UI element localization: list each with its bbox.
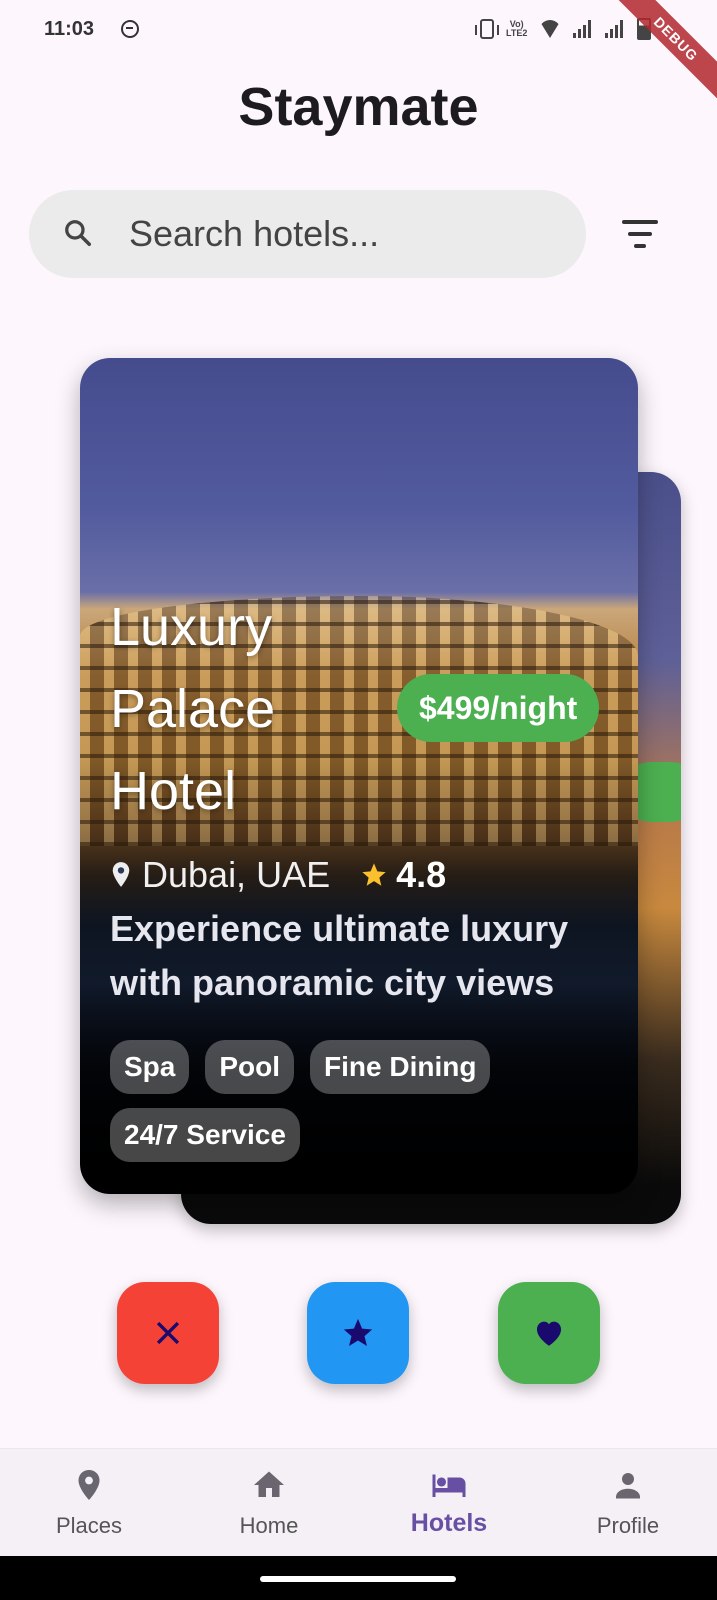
amenity-tags: Spa Pool Fine Dining 24/7 Service [110,1040,620,1162]
nav-item-places[interactable]: Places [14,1449,164,1557]
hotel-location: Dubai, UAE [142,854,331,895]
bottom-navigation: Places Home Hotels Profile [0,1448,717,1556]
signal-icon [573,20,593,38]
amenity-tag: Fine Dining [310,1040,491,1094]
status-bar: 11:03 Vo) LTE2 DEBUG [0,0,717,109]
nav-item-profile[interactable]: Profile [553,1449,703,1557]
signal-icon-2 [605,20,625,38]
home-icon [254,1471,284,1497]
vibrate-icon [475,19,499,39]
price-badge: $499/night [397,674,600,742]
app-title: Staymate [238,77,479,137]
status-time: 11:03 [44,18,95,40]
hotel-description: Experience ultimate luxury with panorami… [110,908,569,1003]
nav-label-hotels: Hotels [410,1509,488,1537]
amenity-tag: Pool [205,1040,295,1094]
search-input[interactable] [129,190,559,278]
filter-icon[interactable] [622,218,662,250]
heart-icon [536,1321,562,1346]
bed-icon [432,1474,466,1497]
system-navigation-bar [0,1556,717,1600]
nav-label-profile: Profile [596,1513,660,1538]
nav-item-home[interactable]: Home [194,1449,344,1557]
super-like-button[interactable] [307,1282,409,1384]
notification-icon [121,20,139,38]
status-icons: Vo) LTE2 [475,16,652,42]
rating-star-icon [362,863,386,886]
person-icon [616,1473,640,1499]
location-pin-icon [78,1470,100,1500]
close-icon [156,1321,180,1345]
hotel-card[interactable]: Luxury Palace Hotel $499/night Dubai, UA… [80,358,638,1194]
lte-icon: Vo) LTE2 [506,19,528,38]
hotel-name: Luxury Palace Hotel [110,597,276,821]
hotel-rating: 4.8 [396,854,447,895]
hotel-meta: Dubai, UAE 4.8 [110,854,446,896]
nav-label-home: Home [239,1513,299,1538]
amenity-tag: 24/7 Service [110,1108,300,1162]
wifi-icon [539,20,562,38]
home-gesture-bar[interactable] [260,1576,456,1582]
search-bar[interactable] [29,190,586,278]
star-icon [343,1318,373,1347]
dislike-button[interactable] [117,1282,219,1384]
like-button[interactable] [498,1282,600,1384]
amenity-tag: Spa [110,1040,190,1094]
nav-item-hotels[interactable]: Hotels [374,1449,524,1557]
search-icon [65,220,91,246]
location-pin-icon [112,862,130,887]
nav-label-places: Places [55,1513,123,1538]
